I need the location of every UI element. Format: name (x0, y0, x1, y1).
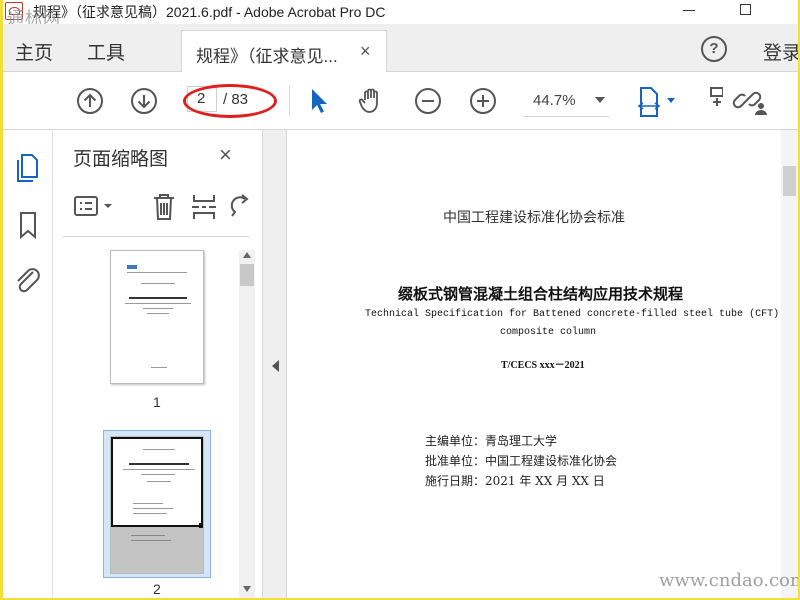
scroll-up-arrow-icon[interactable] (243, 252, 251, 258)
zoom-level[interactable]: 44.7% (533, 92, 576, 109)
zoom-out-icon[interactable] (413, 86, 443, 116)
collapse-panel-icon[interactable] (272, 360, 279, 372)
page-thumbnail-1[interactable] (110, 250, 204, 384)
document-scrollbar-thumb[interactable] (783, 166, 796, 196)
watermark-bottom-right: www.cndao.com (659, 570, 798, 591)
thumb-line (131, 540, 171, 541)
doc-title-chinese: 缀板式钢管混凝土组合柱结构应用技术规程 (398, 285, 684, 303)
doc-effective-date: 施行日期：2021 年 XX 月 XX 日 (425, 474, 605, 488)
document-scrollbar[interactable] (781, 130, 798, 598)
bookmarks-icon[interactable] (17, 210, 39, 240)
thumb-logo (127, 265, 137, 269)
minimize-icon[interactable] (683, 10, 695, 11)
next-page-icon[interactable] (129, 86, 159, 116)
visible-area-frame (111, 437, 203, 527)
thumbnail-scrollbar[interactable] (239, 250, 255, 598)
thumb-line (147, 313, 169, 314)
hand-tool-icon[interactable] (357, 86, 387, 116)
document-tab[interactable]: 规程》（征求意见... × (181, 30, 387, 72)
home-tab[interactable]: 主页 (15, 38, 53, 65)
close-tab-icon[interactable]: × (360, 41, 371, 62)
doc-chief-editor: 主编单位：青岛理工大学 (425, 434, 558, 448)
document-tab-label: 规程》（征求意见... (196, 47, 338, 66)
page-thumbnails-icon[interactable] (15, 152, 41, 182)
toolbar: 2 / 83 44.7% (3, 72, 798, 130)
doc-organization: 中国工程建设标准化协会标准 (443, 210, 625, 226)
thumb-line (133, 503, 163, 504)
thumbnails-panel: 页面缩略图 × 1 2 (53, 130, 263, 598)
toolbar-divider (289, 86, 290, 116)
thumb-line (143, 308, 173, 309)
red-annotation-ellipse (183, 84, 277, 118)
thumb-line (133, 513, 167, 514)
scroll-down-arrow-icon[interactable] (243, 586, 251, 592)
rotate-page-icon[interactable] (229, 192, 251, 222)
thumbnail-1-number: 1 (153, 394, 161, 410)
select-cursor-icon[interactable] (307, 86, 331, 116)
thumb-line (129, 297, 187, 299)
thumb-line (141, 283, 175, 284)
doc-approver: 批准单位：中国工程建设标准化协会 (425, 454, 618, 468)
menu-bar: 主页 工具 规程》（征求意见... × ? 登录 (3, 24, 798, 72)
thumb-line (151, 367, 167, 368)
delete-page-icon[interactable] (151, 192, 177, 222)
navigation-rail (3, 130, 53, 598)
thumb-line (129, 463, 189, 465)
insert-page-icon[interactable] (191, 192, 217, 222)
thumbnail-scrollbar-thumb[interactable] (240, 264, 254, 286)
window-title: 规程》（征求意见稿）2021.6.pdf - Adobe Acrobat Pro… (33, 4, 386, 20)
maximize-icon[interactable] (740, 4, 751, 15)
thumb-line (123, 469, 195, 470)
thumb-line (125, 303, 191, 304)
login-button[interactable]: 登录 (763, 38, 798, 65)
zoom-underline (523, 116, 609, 117)
title-bar: 规程》（征求意见稿）2021.6.pdf - Adobe Acrobat Pro… (3, 0, 798, 29)
doc-title-english-line2: composite column (500, 327, 597, 338)
share-link-icon[interactable] (731, 86, 771, 116)
previous-page-icon[interactable] (75, 86, 105, 116)
thumb-line (131, 535, 165, 536)
thumb-line (143, 449, 175, 450)
panel-toolbar-divider (63, 236, 249, 237)
zoom-dropdown-icon[interactable] (595, 97, 605, 103)
tools-tab[interactable]: 工具 (87, 38, 125, 65)
page-thumbnail-2[interactable] (110, 436, 204, 574)
thumb-line (147, 481, 171, 482)
help-icon[interactable]: ? (701, 36, 727, 62)
thumbnail-options-icon[interactable] (73, 194, 117, 220)
resize-handle[interactable] (199, 523, 203, 528)
thumb-line (127, 272, 187, 273)
thumbnail-2-number: 2 (153, 581, 161, 597)
zoom-in-icon[interactable] (468, 86, 498, 116)
thumb-line (141, 474, 175, 475)
fit-page-icon[interactable] (637, 86, 685, 120)
thumb-line (133, 508, 173, 509)
doc-standard-code: T/CECS xxx－2021 (501, 360, 585, 371)
doc-title-english-line1: Technical Specification for Battened con… (365, 309, 780, 320)
attachments-icon[interactable] (13, 264, 43, 298)
acrobat-window: 规程》（征求意见稿）2021.6.pdf - Adobe Acrobat Pro… (3, 0, 798, 598)
panel-title: 页面缩略图 (73, 149, 169, 170)
close-panel-icon[interactable]: × (219, 142, 232, 168)
comment-tool-icon[interactable] (703, 86, 723, 116)
